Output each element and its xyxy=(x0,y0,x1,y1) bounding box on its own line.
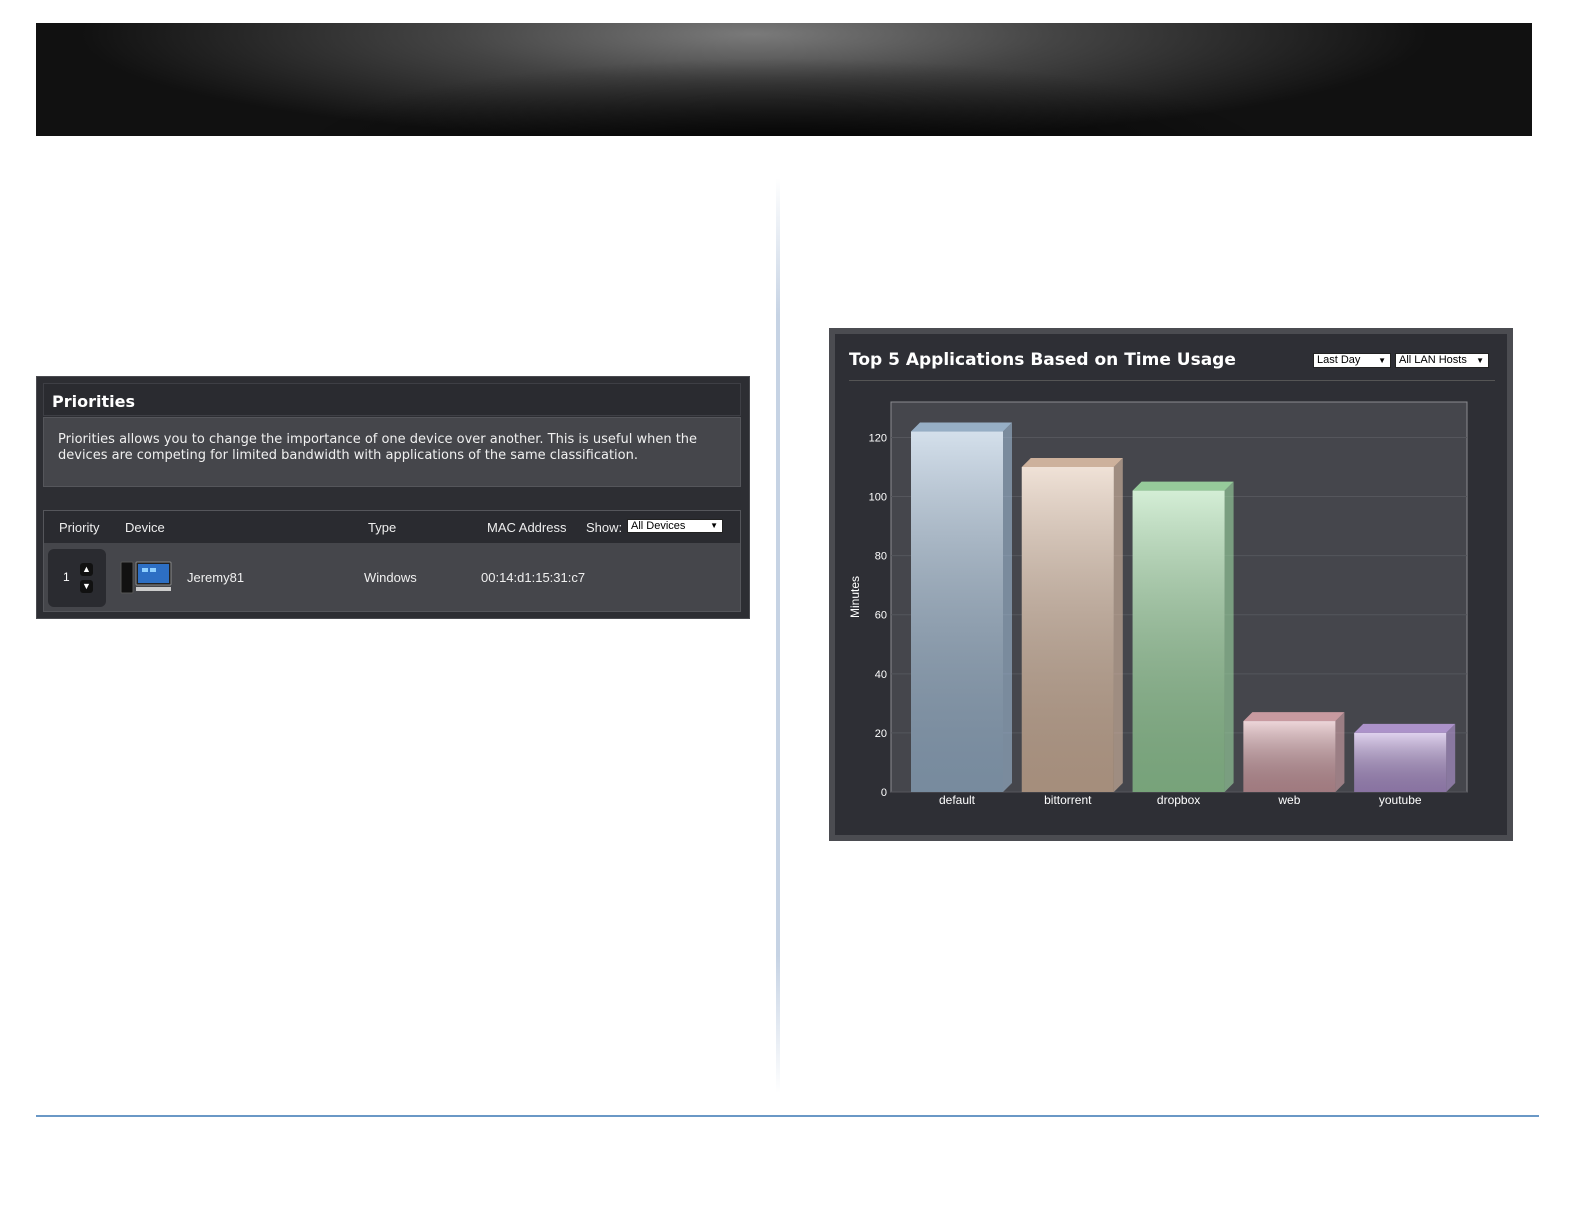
y-tick-label: 100 xyxy=(869,492,887,504)
priority-down-icon[interactable]: ▼ xyxy=(80,580,93,593)
bar-side xyxy=(1003,422,1012,792)
bar-shade xyxy=(1021,467,1114,792)
y-tick-label: 60 xyxy=(875,610,887,622)
device-type: Windows xyxy=(364,570,417,585)
x-tick-label: bittorrent xyxy=(1044,793,1092,807)
bar-side xyxy=(1446,723,1456,792)
bar-side xyxy=(1113,458,1123,792)
bar-shade xyxy=(1132,490,1225,792)
col-mac-address: MAC Address xyxy=(487,520,567,535)
computer-icon xyxy=(120,561,172,594)
header-banner xyxy=(36,23,1532,136)
table-row: 1 ▲ ▼ Jeremy81 Windows 00:14:d1:15:31:c7 xyxy=(44,544,740,611)
priority-value: 1 xyxy=(63,570,70,584)
priorities-header: Priorities xyxy=(43,383,741,416)
footer-rule xyxy=(36,1115,1539,1117)
y-axis-label: Minutes xyxy=(848,576,862,618)
top-applications-panel: Top 5 Applications Based on Time Usage L… xyxy=(829,328,1513,841)
x-tick-label: youtube xyxy=(1379,793,1422,807)
bar-top xyxy=(1132,481,1234,491)
column-divider xyxy=(776,178,780,1093)
bar-top xyxy=(1021,458,1123,467)
table-header: Priority Device Type MAC Address Show: A… xyxy=(44,511,740,543)
bar-side xyxy=(1224,481,1234,792)
bar-top xyxy=(911,422,1012,432)
priorities-description: Priorities allows you to change the impo… xyxy=(58,432,698,463)
bar-top xyxy=(1243,712,1345,722)
device-name: Jeremy81 xyxy=(187,570,245,585)
x-tick-label: default xyxy=(939,793,976,807)
col-type: Type xyxy=(368,520,397,535)
show-devices-value: All Devices xyxy=(631,520,686,532)
y-tick-label: 40 xyxy=(875,669,887,681)
priority-control: 1 ▲ ▼ xyxy=(48,549,106,607)
col-device: Device xyxy=(125,520,165,535)
col-priority: Priority xyxy=(59,520,100,535)
priorities-title: Priorities xyxy=(52,392,135,411)
show-label: Show: xyxy=(586,520,623,535)
y-tick-label: 0 xyxy=(881,787,887,799)
priorities-table: Priority Device Type MAC Address Show: A… xyxy=(43,510,741,612)
priorities-panel: Priorities Priorities allows you to chan… xyxy=(36,376,750,619)
y-tick-label: 20 xyxy=(875,728,887,740)
bar-shade xyxy=(1354,732,1447,792)
bar-shade xyxy=(911,431,1003,792)
bar-shade xyxy=(1243,721,1336,792)
bar-chart: 0 20 40 60 80 100 120 Minutes default bittorrent d… xyxy=(848,401,1468,807)
chart-inner: Top 5 Applications Based on Time Usage L… xyxy=(835,334,1507,835)
device-mac: 00:14:d1:15:31:c7 xyxy=(481,570,586,585)
y-tick-label: 80 xyxy=(875,551,887,563)
x-tick-label: web xyxy=(1277,793,1300,807)
dropdown-arrow-icon: ▼ xyxy=(710,521,718,530)
priorities-description-box: Priorities allows you to change the impo… xyxy=(43,417,741,487)
priority-up-icon[interactable]: ▲ xyxy=(80,563,93,576)
bar-side xyxy=(1335,712,1345,792)
x-tick-label: dropbox xyxy=(1157,793,1200,807)
show-devices-select[interactable]: All Devices ▼ xyxy=(627,519,723,533)
y-tick-label: 120 xyxy=(869,432,887,444)
bar-top xyxy=(1354,723,1456,733)
